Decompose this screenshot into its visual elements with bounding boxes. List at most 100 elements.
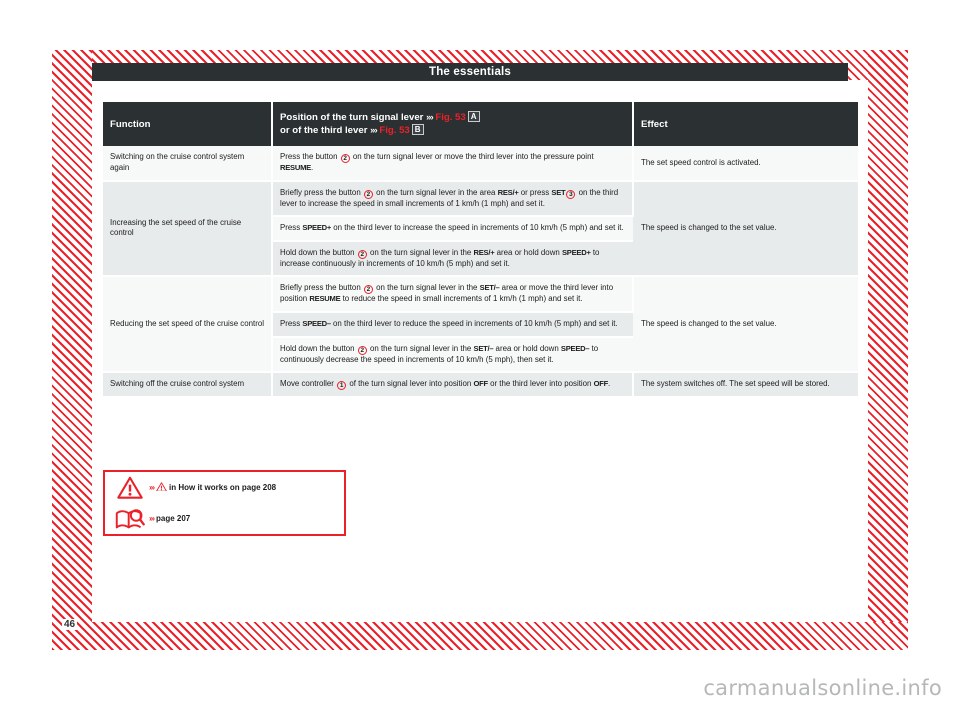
- reference-note-box: ››› in How it works on page 208 ››› page 20…: [103, 470, 346, 536]
- chevron-icon: ›››: [370, 125, 378, 136]
- column-header-position: Position of the turn signal lever ››› Fi…: [272, 102, 634, 146]
- table-row: Reducing the set speed of the cruise con…: [103, 276, 858, 374]
- function-label: Increasing the set speed of the cruise c…: [110, 217, 242, 238]
- note-text: ››› page 207: [149, 514, 190, 523]
- site-watermark: carmanualsonline.info: [703, 676, 942, 700]
- function-label: Switching off the cruise control system: [110, 379, 245, 389]
- instruction-text: area or hold down: [493, 343, 561, 353]
- instruction-cell: Press SPEED+ on the third lever to incre…: [272, 216, 633, 242]
- instruction-text: Briefly press the button: [280, 283, 363, 293]
- instruction-cell: Hold down the button 2 on the turn signa…: [272, 240, 633, 278]
- callout-number-2: 2: [363, 285, 373, 295]
- control-label: OFF: [593, 379, 609, 389]
- function-cell: Reducing the set speed of the cruise con…: [103, 276, 273, 374]
- cruise-control-function-table: Function Position of the turn signal lev…: [103, 102, 858, 399]
- control-label: SPEED+: [302, 223, 332, 233]
- page-number: 46: [62, 619, 78, 630]
- note-label[interactable]: page 207: [156, 514, 190, 523]
- table-header-row: Function Position of the turn signal lev…: [103, 102, 858, 146]
- striped-border-left: [52, 50, 92, 650]
- manual-page: The essentials 46 Function Position of t…: [0, 0, 960, 708]
- instruction-text: on the turn signal lever in the: [367, 247, 474, 257]
- running-title: The essentials: [92, 63, 848, 81]
- instruction-text: or press: [518, 187, 552, 197]
- function-label: Switching on the cruise control system a…: [110, 152, 245, 172]
- instruction-cell: Hold down the button 2 on the turn signa…: [272, 336, 633, 374]
- callout-number-2: 2: [340, 154, 350, 163]
- instruction-text: on the turn signal lever in the: [367, 343, 474, 353]
- instruction-text: Hold down the button: [280, 247, 357, 257]
- callout-number-2: 2: [357, 249, 367, 259]
- instruction-text: on the turn signal lever in the: [373, 283, 480, 293]
- note-row: ››› in How it works on page 208: [105, 472, 344, 503]
- instruction-text: Move controller: [280, 379, 337, 389]
- effect-label: The system switches off. The set speed w…: [641, 379, 830, 389]
- chevron-icon: ›››: [149, 514, 155, 523]
- callout-number-2: 2: [363, 189, 373, 199]
- callout-number-1: 1: [337, 381, 347, 391]
- note-label[interactable]: in How it works on page 208: [169, 483, 276, 492]
- control-label: SET/–: [473, 343, 494, 353]
- chevron-icon: ›››: [149, 482, 155, 492]
- function-cell: Switching off the cruise control system: [103, 372, 273, 399]
- function-label: Reducing the set speed of the cruise con…: [110, 318, 264, 328]
- control-label: RESUME: [309, 294, 341, 304]
- chevron-icon: ›››: [426, 112, 434, 123]
- instruction-text: to reduce the speed in small increments …: [340, 294, 583, 304]
- table-row: Increasing the set speed of the cruise c…: [103, 180, 858, 278]
- column-header-function: Function: [103, 102, 273, 146]
- instruction-cell: Press the button 2 on the turn signal le…: [272, 146, 634, 182]
- control-label: SET: [551, 187, 566, 197]
- column-header-effect: Effect: [633, 102, 858, 146]
- instruction-text: Press the button: [280, 152, 340, 161]
- control-label: SPEED+: [561, 247, 591, 257]
- instruction-text: Press: [280, 223, 303, 233]
- control-label: RES/+: [497, 187, 519, 197]
- instruction-text: on the third lever to reduce the speed i…: [330, 318, 618, 328]
- control-label: OFF: [473, 379, 488, 389]
- note-text: ››› in How it works on page 208: [149, 481, 276, 494]
- note-row: ››› page 207: [105, 503, 344, 534]
- callout-number-3: 3: [566, 189, 576, 199]
- marker-badge-a: A: [467, 111, 480, 122]
- warning-triangle-icon: [156, 481, 167, 494]
- function-cell: Increasing the set speed of the cruise c…: [103, 180, 273, 278]
- striped-border-right: [868, 50, 908, 650]
- instruction-text: on the turn signal lever in the area: [373, 187, 498, 197]
- instruction-text: on the third lever to increase the speed…: [331, 223, 624, 233]
- position-header-text-2: or of the third lever: [280, 125, 368, 136]
- striped-border-bottom: [52, 622, 908, 650]
- instruction-text: .: [608, 379, 611, 389]
- instruction-text: of the turn signal lever into position: [347, 379, 474, 389]
- marker-badge-b: B: [411, 124, 424, 135]
- instruction-text: area or hold down: [494, 247, 562, 257]
- instruction-cell: Briefly press the button 2 on the turn s…: [272, 276, 634, 313]
- instruction-text: Hold down the button: [280, 343, 357, 353]
- effect-cell: The speed is changed to the set value.: [633, 276, 858, 374]
- instruction-text: Press: [280, 318, 303, 328]
- control-label: SPEED–: [560, 343, 590, 353]
- function-cell: Switching on the cruise control system a…: [103, 146, 273, 182]
- effect-label: The speed is changed to the set value.: [641, 318, 777, 328]
- position-header-line-1: Position of the turn signal lever ››› Fi…: [280, 111, 625, 124]
- warning-triangle-icon: [111, 476, 149, 499]
- instruction-cell: Press SPEED– on the third lever to reduc…: [272, 311, 633, 338]
- instruction-text: Briefly press the button: [280, 187, 363, 197]
- position-header-text-1: Position of the turn signal lever: [280, 112, 424, 123]
- instruction-text: on the turn signal lever or move the thi…: [350, 152, 594, 161]
- table-row: Switching off the cruise control system M…: [103, 372, 858, 399]
- instruction-cell: Move controller 1 of the turn signal lev…: [272, 372, 634, 399]
- control-label: RES/+: [473, 247, 495, 257]
- effect-label: The set speed control is activated.: [641, 157, 761, 167]
- figure-reference-a[interactable]: Fig. 53: [435, 112, 465, 123]
- position-header-line-2: or of the third lever ››› Fig. 53 B: [280, 124, 625, 137]
- instruction-text: or the third lever into position: [487, 379, 594, 389]
- instruction-text: .: [311, 163, 314, 172]
- control-label: SPEED–: [302, 318, 331, 328]
- effect-cell: The set speed control is activated.: [633, 146, 858, 182]
- control-label: SET/–: [479, 283, 500, 293]
- control-label: RESUME: [280, 163, 311, 172]
- instruction-cell: Briefly press the button 2 on the turn s…: [272, 180, 634, 218]
- figure-reference-b[interactable]: Fig. 53: [379, 125, 409, 136]
- book-magnifier-icon: [111, 507, 149, 531]
